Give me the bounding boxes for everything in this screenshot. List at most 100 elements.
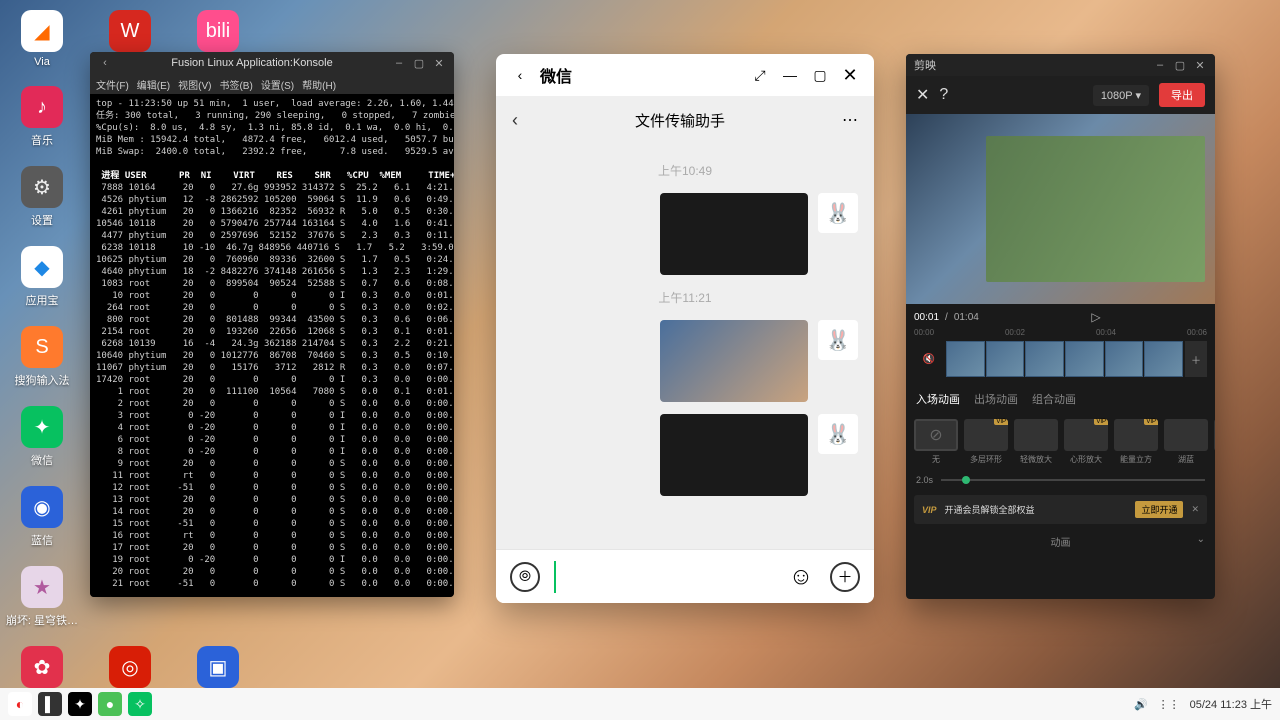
back-icon[interactable]: ‹ [510, 65, 530, 85]
taskbar-terminal[interactable]: ▌ [38, 692, 62, 716]
effect-item[interactable]: VIP心形放大 [1064, 419, 1108, 465]
minimize-icon[interactable]: — [780, 65, 800, 85]
voice-icon[interactable]: ⦾ [510, 562, 540, 592]
duration-slider[interactable]: 2.0s [906, 469, 1215, 491]
resolution-dropdown[interactable]: 1080P ▾ [1093, 85, 1149, 106]
desktop-icon[interactable]: ◆应用宝 [18, 246, 66, 308]
add-track-button[interactable]: ＋ [1185, 341, 1207, 377]
close-icon[interactable]: ✕ [840, 65, 860, 85]
video-track[interactable]: 🔇 ＋ [914, 341, 1207, 377]
chat-more-icon[interactable]: ⋯ [842, 110, 858, 130]
desktop-icon[interactable]: ◢Via [18, 10, 66, 68]
desktop-icon[interactable]: ⚙设置 [18, 166, 66, 228]
clip[interactable] [946, 341, 985, 377]
desktop-icon[interactable]: ★崩坏: 星穹铁… [18, 566, 66, 628]
close-panel-icon[interactable]: ✕ [916, 85, 929, 105]
effect-item[interactable]: VIP能量立方 [1114, 419, 1158, 465]
vip-banner: VIP 开通会员解锁全部权益 立即开通 ✕ [914, 495, 1207, 524]
menu-item[interactable]: 设置(S) [261, 77, 294, 92]
jianying-window: 剪映 – ▢ ✕ ✕ ? 1080P ▾ 导出 00:01 / 01:04 ▷ … [906, 54, 1215, 599]
message-input[interactable] [554, 561, 772, 593]
konsole-titlebar[interactable]: ‹ Fusion Linux Application:Konsole – ▢ ✕ [90, 52, 454, 74]
animation-tabs: 入场动画出场动画组合动画 [906, 383, 1215, 415]
close-icon[interactable]: ✕ [1193, 58, 1207, 72]
time-ruler[interactable]: 00:0000:0200:0400:06 [914, 324, 1207, 341]
terminal-output[interactable]: top - 11:23:50 up 51 min, 1 user, load a… [90, 94, 454, 597]
desktop-icon[interactable]: ✦微信 [18, 406, 66, 468]
chevron-down-icon[interactable]: ⌄ [1197, 534, 1205, 545]
chat-area[interactable]: 上午10:49 🐰 上午11:21 🐰 🐰 [496, 144, 874, 549]
timeline: 00:01 / 01:04 ▷ 00:0000:0200:0400:06 🔇 ＋ [906, 304, 1215, 383]
avatar[interactable]: 🐰 [818, 414, 858, 454]
tab[interactable]: 组合动画 [1032, 391, 1076, 407]
effect-item[interactable]: VIP多层环形 [964, 419, 1008, 465]
image-attachment[interactable] [660, 193, 808, 275]
maximize-icon[interactable]: ▢ [1173, 58, 1187, 72]
avatar[interactable]: 🐰 [818, 193, 858, 233]
jy-title: 剪映 [914, 57, 936, 73]
effect-item[interactable]: 轻微放大 [1014, 419, 1058, 465]
start-button[interactable]: ◐ [8, 692, 32, 716]
menu-item[interactable]: 视图(V) [178, 77, 211, 92]
clock[interactable]: 05/24 11:23 上午 [1190, 696, 1272, 712]
effect-item[interactable]: 湖蓝 [1164, 419, 1208, 465]
maximize-icon[interactable]: ▢ [412, 56, 426, 70]
chat-input-bar: ⦾ ☺ ＋ [496, 549, 874, 603]
clip[interactable] [986, 341, 1025, 377]
taskbar-app[interactable]: ● [98, 692, 122, 716]
help-icon[interactable]: ? [939, 86, 948, 104]
play-icon[interactable]: ▷ [1091, 310, 1100, 324]
message: 🐰 [496, 187, 874, 281]
clip[interactable] [1144, 341, 1183, 377]
chat-back-icon[interactable]: ‹ [512, 110, 518, 131]
wifi-icon[interactable]: ⋮⋮ [1158, 698, 1180, 711]
volume-icon[interactable]: 🔊 [1134, 698, 1148, 711]
bottom-tab[interactable]: 动画 ⌄ [906, 528, 1215, 555]
clip[interactable] [1065, 341, 1104, 377]
taskbar-wechat[interactable]: ✧ [128, 692, 152, 716]
jy-titlebar[interactable]: 剪映 – ▢ ✕ [906, 54, 1215, 76]
vip-text: 开通会员解锁全部权益 [945, 503, 1035, 516]
maximize-icon[interactable]: ▢ [810, 65, 830, 85]
clip[interactable] [1025, 341, 1064, 377]
duration: 01:04 [954, 312, 979, 323]
avatar[interactable]: 🐰 [818, 320, 858, 360]
timestamp: 上午11:21 [496, 289, 874, 306]
desktop-icon[interactable]: ♪音乐 [18, 86, 66, 148]
chat-header: ‹ 文件传输助手 ⋯ [496, 96, 874, 144]
vip-close-icon[interactable]: ✕ [1191, 504, 1199, 515]
konsole-menubar: 文件(F) 编辑(E) 视图(V) 书签(B) 设置(S) 帮助(H) [90, 74, 454, 94]
effect-item[interactable]: ⊘无 [914, 419, 958, 465]
mute-icon[interactable]: 🔇 [914, 341, 944, 377]
system-tray[interactable]: 🔊 ⋮⋮ 05/24 11:23 上午 [1134, 696, 1272, 712]
message: 🐰 [496, 314, 874, 408]
close-icon[interactable]: ✕ [432, 56, 446, 70]
duration-value: 2.0s [916, 475, 933, 485]
minimize-icon[interactable]: – [392, 56, 406, 70]
menu-item[interactable]: 书签(B) [219, 77, 252, 92]
tab[interactable]: 入场动画 [916, 391, 960, 407]
app-title: 微信 [540, 63, 572, 87]
export-button[interactable]: 导出 [1159, 83, 1205, 107]
minimize-icon[interactable]: – [1153, 58, 1167, 72]
vip-open-button[interactable]: 立即开通 [1135, 501, 1183, 518]
tab[interactable]: 出场动画 [974, 391, 1018, 407]
effect-item[interactable]: 2024 [1214, 419, 1215, 465]
expand-icon[interactable]: ⤢ [750, 65, 770, 85]
back-icon[interactable]: ‹ [98, 56, 112, 70]
desktop-icon[interactable]: S搜狗输入法 [18, 326, 66, 388]
desktop-icon[interactable]: ◉蓝信 [18, 486, 66, 548]
menu-item[interactable]: 编辑(E) [137, 77, 170, 92]
image-attachment[interactable] [660, 320, 808, 402]
video-preview[interactable] [906, 114, 1215, 304]
clip[interactable] [1105, 341, 1144, 377]
chat-title: 文件传输助手 [528, 110, 832, 131]
image-attachment[interactable] [660, 414, 808, 496]
taskbar-capcut[interactable]: ✦ [68, 692, 92, 716]
add-icon[interactable]: ＋ [830, 562, 860, 592]
wechat-header: ‹ 微信 ⤢ — ▢ ✕ [496, 54, 874, 96]
menu-item[interactable]: 文件(F) [96, 77, 129, 92]
konsole-window: ‹ Fusion Linux Application:Konsole – ▢ ✕… [90, 52, 454, 597]
menu-item[interactable]: 帮助(H) [302, 77, 336, 92]
emoji-icon[interactable]: ☺ [786, 562, 816, 592]
